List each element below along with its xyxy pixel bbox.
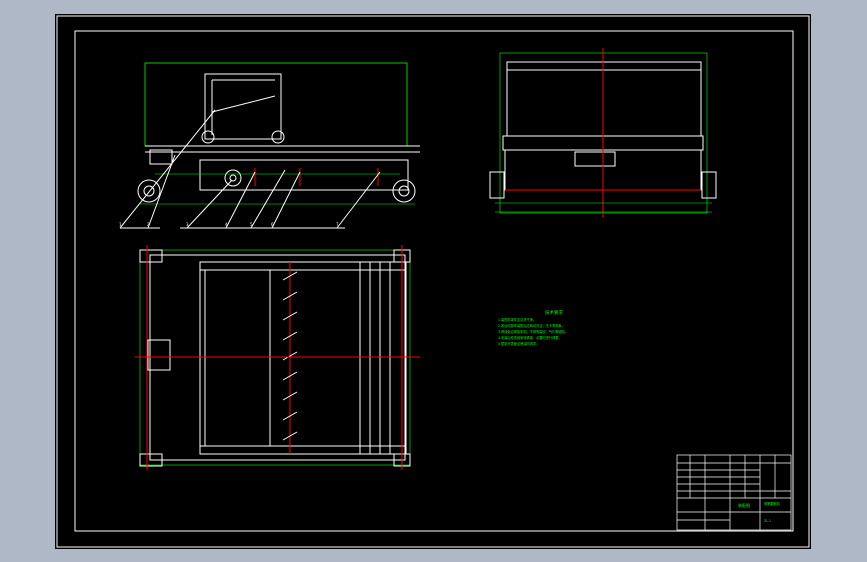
tech-note-line-5: 5.整机外表面应喷涂防锈漆。 <box>498 341 539 346</box>
tech-note-line-1: 1.装配前零件应清洗干净。 <box>498 317 536 322</box>
tech-note-line-4: 4.安装后检查链条张紧度，必要时进行调整。 <box>498 335 562 340</box>
tech-note-line-2: 2.各运动部件装配后应转动灵活，无卡滞现象。 <box>498 323 565 328</box>
tech-note-title: 技术要求 <box>545 309 563 316</box>
cad-viewport: 1 2 3 4 5 6 7 技术要求 1.装配前零件应清洗干净。 2.各运动部件… <box>0 0 867 562</box>
tb-drawing-number: ZL-1 <box>764 519 771 523</box>
tech-note-line-3: 3.焊接处应焊接牢固，不得有裂纹、气孔等缺陷。 <box>498 329 568 334</box>
tb-drawing-name: 装配图 <box>738 502 750 508</box>
drawing-sheet <box>55 14 811 549</box>
tb-project-name: 堆肥翻抛机 <box>764 501 781 506</box>
